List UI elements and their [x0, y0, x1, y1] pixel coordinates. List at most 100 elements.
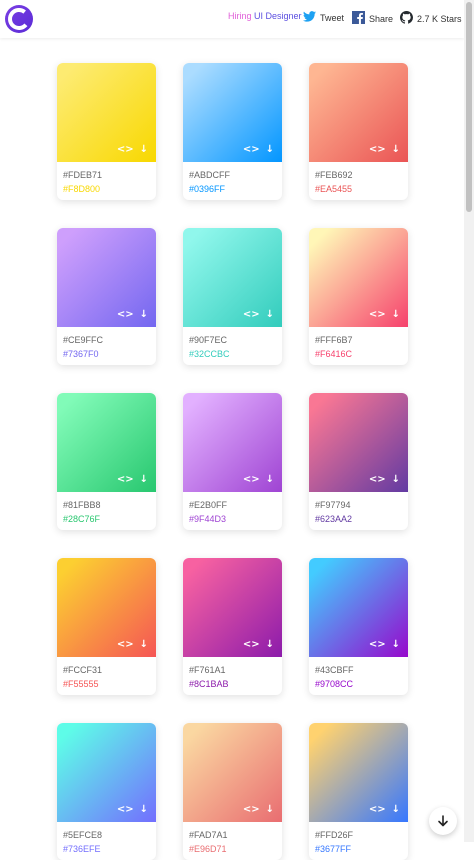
download-icon[interactable]: ↓	[140, 145, 148, 155]
end-color-code[interactable]: #F8D800	[63, 184, 100, 194]
start-color-code[interactable]: #FDEB71	[63, 170, 102, 180]
gradient-card[interactable]: <> ↓ #FFF6B7 #F6416C	[309, 228, 408, 365]
end-color-code[interactable]: #7367F0	[63, 349, 99, 359]
end-color-code[interactable]: #E96D71	[189, 844, 227, 854]
code-icon[interactable]: <>	[369, 145, 386, 155]
code-icon[interactable]: <>	[117, 805, 134, 815]
download-icon[interactable]: ↓	[392, 805, 400, 815]
tweet-button[interactable]: Tweet	[303, 11, 344, 24]
code-icon[interactable]: <>	[243, 310, 260, 320]
share-label: Share	[369, 13, 394, 24]
end-color-code[interactable]: #0396FF	[189, 184, 225, 194]
end-color-code[interactable]: #8C1BAB	[189, 679, 229, 689]
gradient-card[interactable]: <> ↓ #5EFCE8 #736EFE	[57, 723, 156, 860]
end-color-code[interactable]: #F55555	[63, 679, 99, 689]
start-color-code[interactable]: #FAD7A1	[189, 830, 228, 840]
start-color-code[interactable]: #90F7EC	[189, 335, 227, 345]
start-color-code[interactable]: #F97794	[315, 500, 351, 510]
download-icon[interactable]: ↓	[266, 475, 274, 485]
download-icon[interactable]: ↓	[266, 310, 274, 320]
end-color-code[interactable]: #EA5455	[315, 184, 352, 194]
start-color-code[interactable]: #CE9FFC	[63, 335, 103, 345]
gradient-card[interactable]: <> ↓ #ABDCFF #0396FF	[183, 63, 282, 200]
code-icon[interactable]: <>	[117, 145, 134, 155]
end-color-code[interactable]: #3677FF	[315, 844, 351, 854]
code-icon[interactable]: <>	[243, 805, 260, 815]
top-bar: Hiring UI Designer Tweet Share 2.7 K Sta…	[0, 0, 464, 38]
download-icon[interactable]: ↓	[266, 805, 274, 815]
start-color-code[interactable]: #81FBB8	[63, 500, 101, 510]
code-icon[interactable]: <>	[369, 640, 386, 650]
start-color-code[interactable]: #5EFCE8	[63, 830, 102, 840]
card-actions: <> ↓	[117, 145, 148, 155]
download-icon[interactable]: ↓	[140, 475, 148, 485]
ui-designer-label: UI Designer	[254, 11, 302, 21]
arrow-down-icon	[438, 815, 448, 827]
gradient-card[interactable]: <> ↓ #FCCF31 #F55555	[57, 558, 156, 695]
start-color-code[interactable]: #FFF6B7	[315, 335, 353, 345]
start-color-code[interactable]: #E2B0FF	[189, 500, 227, 510]
end-color-code[interactable]: #623AA2	[315, 514, 352, 524]
download-icon[interactable]: ↓	[392, 640, 400, 650]
code-icon[interactable]: <>	[117, 640, 134, 650]
download-icon[interactable]: ↓	[140, 310, 148, 320]
card-actions: <> ↓	[243, 475, 274, 485]
gradient-card[interactable]: <> ↓ #CE9FFC #7367F0	[57, 228, 156, 365]
code-icon[interactable]: <>	[243, 145, 260, 155]
github-icon	[400, 11, 413, 26]
download-icon[interactable]: ↓	[266, 145, 274, 155]
start-color-code[interactable]: #43CBFF	[315, 665, 354, 675]
start-color-code[interactable]: #FCCF31	[63, 665, 102, 675]
card-actions: <> ↓	[117, 805, 148, 815]
start-color-code[interactable]: #ABDCFF	[189, 170, 230, 180]
gradient-card[interactable]: <> ↓ #FEB692 #EA5455	[309, 63, 408, 200]
card-actions: <> ↓	[369, 310, 400, 320]
card-actions: <> ↓	[243, 145, 274, 155]
code-icon[interactable]: <>	[369, 310, 386, 320]
card-actions: <> ↓	[369, 145, 400, 155]
github-stars-link[interactable]: 2.7 K Stars	[400, 11, 462, 26]
hiring-link[interactable]: Hiring UI Designer	[228, 11, 302, 21]
download-icon[interactable]: ↓	[392, 475, 400, 485]
code-icon[interactable]: <>	[243, 475, 260, 485]
hiring-label: Hiring	[228, 11, 252, 21]
start-color-code[interactable]: #F761A1	[189, 665, 226, 675]
download-icon[interactable]: ↓	[266, 640, 274, 650]
gradient-card[interactable]: <> ↓ #90F7EC #32CCBC	[183, 228, 282, 365]
download-icon[interactable]: ↓	[392, 310, 400, 320]
code-icon[interactable]: <>	[369, 475, 386, 485]
end-color-code[interactable]: #F6416C	[315, 349, 352, 359]
card-actions: <> ↓	[369, 640, 400, 650]
gradient-card[interactable]: <> ↓ #43CBFF #9708CC	[309, 558, 408, 695]
gradient-card[interactable]: <> ↓ #F97794 #623AA2	[309, 393, 408, 530]
end-color-code[interactable]: #28C76F	[63, 514, 100, 524]
share-button[interactable]: Share	[352, 11, 393, 26]
end-color-code[interactable]: #32CCBC	[189, 349, 230, 359]
scrollbar[interactable]	[464, 0, 474, 842]
tweet-label: Tweet	[320, 12, 345, 23]
logo[interactable]	[5, 5, 33, 33]
scroll-down-button[interactable]	[429, 807, 457, 835]
card-actions: <> ↓	[117, 475, 148, 485]
end-color-code[interactable]: #9F44D3	[189, 514, 226, 524]
download-icon[interactable]: ↓	[140, 805, 148, 815]
code-icon[interactable]: <>	[117, 475, 134, 485]
download-icon[interactable]: ↓	[140, 640, 148, 650]
code-icon[interactable]: <>	[243, 640, 260, 650]
gradient-card[interactable]: <> ↓ #FAD7A1 #E96D71	[183, 723, 282, 860]
end-color-code[interactable]: #9708CC	[315, 679, 353, 689]
card-actions: <> ↓	[117, 640, 148, 650]
code-icon[interactable]: <>	[369, 805, 386, 815]
gradient-card[interactable]: <> ↓ #F761A1 #8C1BAB	[183, 558, 282, 695]
scrollbar-thumb[interactable]	[466, 2, 472, 212]
download-icon[interactable]: ↓	[392, 145, 400, 155]
end-color-code[interactable]: #736EFE	[63, 844, 101, 854]
gradient-card[interactable]: <> ↓ #81FBB8 #28C76F	[57, 393, 156, 530]
gradient-card[interactable]: <> ↓ #FDEB71 #F8D800	[57, 63, 156, 200]
stars-label: 2.7 K Stars	[417, 13, 462, 24]
code-icon[interactable]: <>	[117, 310, 134, 320]
gradient-card[interactable]: <> ↓ #FFD26F #3677FF	[309, 723, 408, 860]
gradient-card[interactable]: <> ↓ #E2B0FF #9F44D3	[183, 393, 282, 530]
start-color-code[interactable]: #FEB692	[315, 170, 353, 180]
start-color-code[interactable]: #FFD26F	[315, 830, 353, 840]
